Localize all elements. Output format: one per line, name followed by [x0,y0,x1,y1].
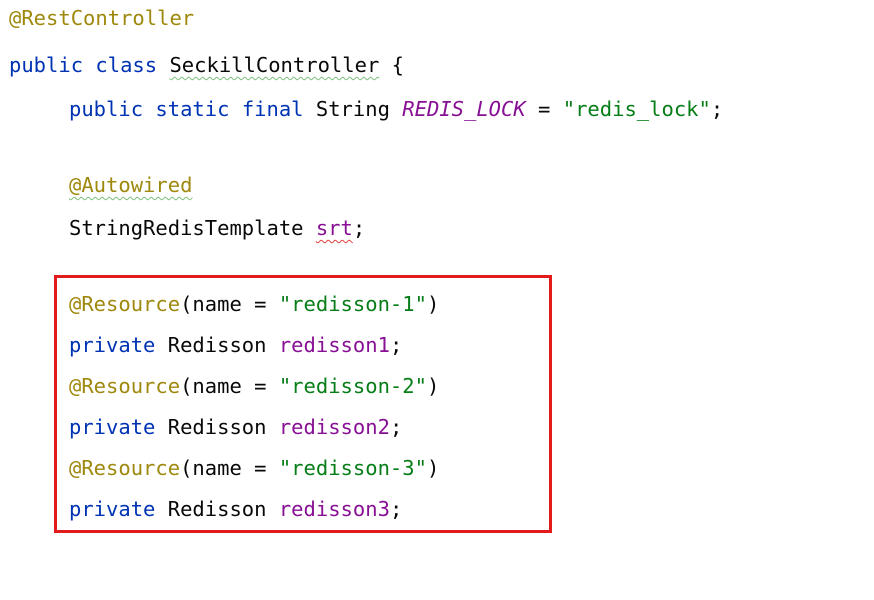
keyword-static: static [155,97,230,121]
semicolon: ; [352,216,366,240]
code-line-5: @Autowired [9,169,192,201]
constant-redis-lock: REDIS_LOCK [402,97,526,121]
type-stringredistemplate: StringRedisTemplate [69,216,304,240]
keyword-class: class [95,53,158,77]
highlight-box [54,275,552,533]
semicolon: ; [710,97,724,121]
code-line-6: StringRedisTemplate srt; [9,212,365,244]
code-editor[interactable]: @RestController public class SeckillCont… [0,0,874,546]
open-brace: { [391,53,404,77]
code-line-3: public static final String REDIS_LOCK = … [9,93,723,125]
equals-sign: = [538,97,551,121]
keyword-public: public [9,53,84,77]
keyword-final: final [241,97,304,121]
annotation-restcontroller: @RestController [9,6,195,30]
annotation-autowired: @Autowired [69,173,193,197]
code-line-1: @RestController [9,2,194,34]
string-literal: "redis_lock" [562,97,711,121]
keyword-public: public [69,97,144,121]
field-srt: srt [315,216,353,240]
class-name: SeckillController [169,53,380,77]
type-string: String [315,97,390,121]
code-line-2: public class SeckillController { [9,49,404,81]
